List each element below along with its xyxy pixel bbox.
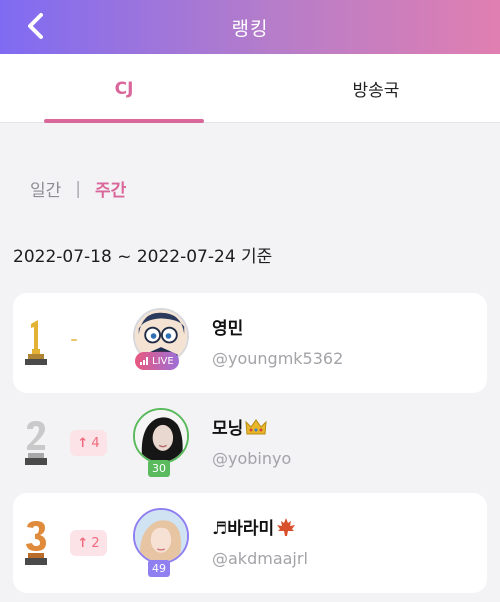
period-weekly-button[interactable]: 주간 — [95, 176, 126, 201]
page-title: 랭킹 — [231, 17, 269, 40]
maple-leaf-icon — [277, 517, 296, 536]
live-signal-icon — [140, 357, 149, 365]
back-button[interactable] — [18, 8, 54, 44]
chevron-left-icon — [28, 13, 43, 39]
avatar-image — [135, 510, 187, 562]
ranking-item-3[interactable]: ↑ 2 49 ♬바라미 @akdmaajrl — [13, 493, 487, 593]
nickname: ♬바라미 — [212, 514, 296, 539]
avatar[interactable]: 49 — [133, 508, 189, 577]
level-badge: 30 — [148, 460, 170, 477]
nickname: 모닝 — [212, 414, 267, 439]
period-selector: 일간 | 주간 — [30, 176, 126, 202]
period-daily-button[interactable]: 일간 — [30, 176, 61, 201]
bronze-trophy-icon — [25, 521, 47, 565]
app-header: 랭킹 — [0, 0, 500, 54]
nickname: 영민 — [212, 319, 244, 339]
tab-broadcast-station[interactable]: 방송국 — [296, 54, 456, 123]
avatar[interactable]: 30 — [133, 408, 189, 477]
ranking-item-1[interactable]: LIVE 영민 @youngmk5362 — [13, 293, 487, 393]
arrow-up-icon: ↑ — [77, 435, 89, 451]
arrow-up-icon: ↑ — [77, 535, 89, 551]
rank-change-up: ↑ 4 — [70, 430, 107, 456]
user-handle: @yobinyo — [212, 449, 292, 468]
ranking-item-2[interactable]: ↑ 4 30 모닝 @yobinyo — [13, 393, 487, 493]
level-badge: 49 — [148, 560, 170, 577]
period-separator: | — [75, 178, 82, 199]
tab-bar: CJ 방송국 — [0, 54, 500, 123]
rank-change-none — [71, 339, 77, 341]
crown-icon — [245, 418, 267, 434]
silver-trophy-icon — [25, 421, 47, 465]
live-badge: LIVE — [135, 352, 179, 370]
rank-change-up: ↑ 2 — [70, 530, 107, 556]
avatar-image — [135, 410, 187, 462]
user-handle: @youngmk5362 — [212, 349, 344, 368]
tab-cj[interactable]: CJ — [44, 54, 204, 123]
user-handle: @akdmaajrl — [212, 549, 308, 568]
gold-trophy-icon — [25, 320, 47, 365]
date-range-label: 2022-07-18 ~ 2022-07-24 기준 — [13, 247, 273, 267]
avatar[interactable]: LIVE — [133, 308, 189, 370]
